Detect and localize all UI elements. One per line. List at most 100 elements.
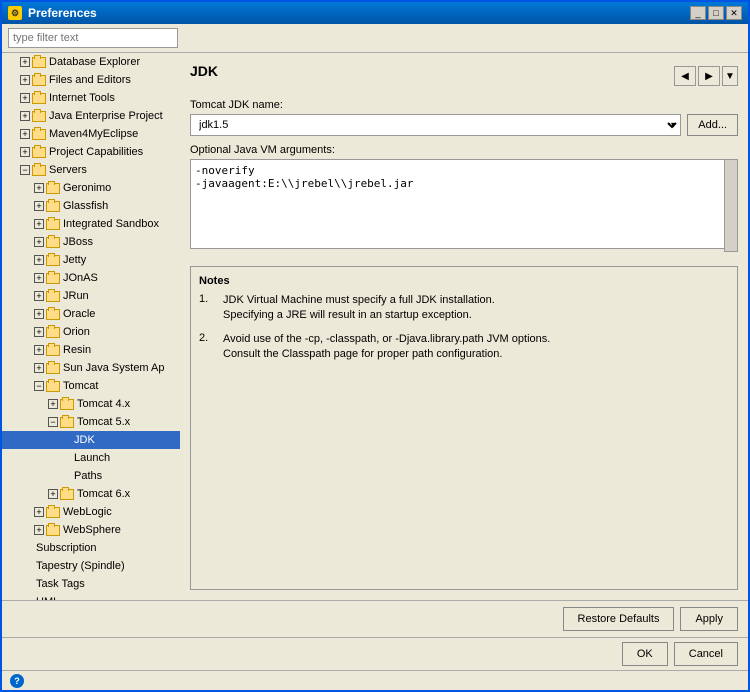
tree-item-tomcat[interactable]: − Tomcat (2, 377, 180, 395)
sidebar-scroll[interactable]: + Database Explorer + Files and Editors … (2, 53, 180, 600)
tree-item-task-tags[interactable]: Task Tags (2, 575, 180, 593)
label-tapestry: Tapestry (Spindle) (36, 558, 125, 574)
label-oracle: Oracle (63, 306, 95, 322)
toggle-orion[interactable]: + (34, 327, 44, 337)
window-title: Preferences (28, 6, 97, 20)
label-subscription: Subscription (36, 540, 97, 556)
label-files-editors: Files and Editors (49, 72, 131, 88)
back-button[interactable]: ◀ (674, 66, 696, 86)
restore-defaults-button[interactable]: Restore Defaults (563, 607, 675, 631)
tree-item-files-editors[interactable]: + Files and Editors (2, 71, 180, 89)
folder-icon-4 (32, 111, 46, 122)
textarea-scrollbar[interactable] (724, 159, 738, 252)
label-jonas: JOnAS (63, 270, 98, 286)
tree-item-resin[interactable]: + Resin (2, 341, 180, 359)
note-item-1: 1. JDK Virtual Machine must specify a fu… (199, 293, 729, 324)
toggle-project-capabilities[interactable]: + (20, 147, 30, 157)
toggle-websphere[interactable]: + (34, 525, 44, 535)
toggle-sun-java[interactable]: + (34, 363, 44, 373)
minimize-button[interactable]: _ (690, 6, 706, 20)
toggle-maven[interactable]: + (20, 129, 30, 139)
tree-item-jdk[interactable]: JDK (2, 431, 180, 449)
tree-item-paths[interactable]: Paths (2, 467, 180, 485)
folder-icon-10 (46, 219, 60, 230)
tree-item-tomcat-4x[interactable]: + Tomcat 4.x (2, 395, 180, 413)
label-java-enterprise: Java Enterprise Project (49, 108, 163, 124)
toggle-resin[interactable]: + (34, 345, 44, 355)
folder-icon (32, 57, 46, 68)
tree-item-oracle[interactable]: + Oracle (2, 305, 180, 323)
tree-item-jboss[interactable]: + JBoss (2, 233, 180, 251)
tree-item-servers[interactable]: − Servers (2, 161, 180, 179)
toggle-tomcat-6x[interactable]: + (48, 489, 58, 499)
label-launch: Launch (74, 450, 110, 466)
tree-item-java-enterprise[interactable]: + Java Enterprise Project (2, 107, 180, 125)
tree-item-internet-tools[interactable]: + Internet Tools (2, 89, 180, 107)
tree-item-subscription[interactable]: Subscription (2, 539, 180, 557)
cancel-button[interactable]: Cancel (674, 642, 738, 666)
tree-item-orion[interactable]: + Orion (2, 323, 180, 341)
tree-item-weblogic[interactable]: + WebLogic (2, 503, 180, 521)
label-tomcat-6x: Tomcat 6.x (77, 486, 130, 502)
toggle-internet-tools[interactable]: + (20, 93, 30, 103)
toggle-jrun[interactable]: + (34, 291, 44, 301)
tree-item-maven[interactable]: + Maven4MyEclipse (2, 125, 180, 143)
vm-args-label: Optional Java VM arguments: (190, 144, 738, 156)
toggle-database-explorer[interactable]: + (20, 57, 30, 67)
help-icon[interactable]: ? (10, 674, 24, 688)
toggle-integrated-sandbox[interactable]: + (34, 219, 44, 229)
notes-title: Notes (199, 275, 729, 287)
jdk-select-wrapper: jdk1.5 (190, 114, 681, 136)
tree-item-tapestry[interactable]: Tapestry (Spindle) (2, 557, 180, 575)
jdk-select[interactable]: jdk1.5 (190, 114, 681, 136)
toggle-geronimo[interactable]: + (34, 183, 44, 193)
folder-icon-21 (60, 417, 74, 428)
jdk-name-row: Tomcat JDK name: jdk1.5 Add... (190, 99, 738, 136)
toggle-oracle[interactable]: + (34, 309, 44, 319)
tree-item-tomcat-5x[interactable]: − Tomcat 5.x (2, 413, 180, 431)
add-button[interactable]: Add... (687, 114, 738, 136)
folder-icon-14 (46, 291, 60, 302)
tree-item-tomcat-6x[interactable]: + Tomcat 6.x (2, 485, 180, 503)
nav-button-3[interactable]: ▼ (722, 66, 738, 86)
toggle-tomcat-4x[interactable]: + (48, 399, 58, 409)
toggle-files-editors[interactable]: + (20, 75, 30, 85)
tree-item-jonas[interactable]: + JOnAS (2, 269, 180, 287)
toggle-tomcat-5x[interactable]: − (48, 417, 58, 427)
folder-icon-15 (46, 309, 60, 320)
toggle-tomcat[interactable]: − (34, 381, 44, 391)
folder-icon-24 (46, 525, 60, 536)
toggle-weblogic[interactable]: + (34, 507, 44, 517)
toggle-servers[interactable]: − (20, 165, 30, 175)
label-weblogic: WebLogic (63, 504, 112, 520)
ok-button[interactable]: OK (622, 642, 668, 666)
tree-item-sun-java[interactable]: + Sun Java System Ap (2, 359, 180, 377)
tree-item-jrun[interactable]: + JRun (2, 287, 180, 305)
close-button[interactable]: ✕ (726, 6, 742, 20)
search-input[interactable] (8, 28, 178, 48)
maximize-button[interactable]: □ (708, 6, 724, 20)
tree-item-database-explorer[interactable]: + Database Explorer (2, 53, 180, 71)
title-bar-buttons: _ □ ✕ (690, 6, 742, 20)
apply-button[interactable]: Apply (680, 607, 738, 631)
tree-item-uml[interactable]: UML (2, 593, 180, 600)
vm-args-textarea[interactable]: -noverify -javaagent:E:\\jrebel\\jrebel.… (190, 159, 738, 249)
tree-item-integrated-sandbox[interactable]: + Integrated Sandbox (2, 215, 180, 233)
tree-item-project-capabilities[interactable]: + Project Capabilities (2, 143, 180, 161)
toggle-java-enterprise[interactable]: + (20, 111, 30, 121)
toggle-jboss[interactable]: + (34, 237, 44, 247)
label-jboss: JBoss (63, 234, 93, 250)
tree-item-geronimo[interactable]: + Geronimo (2, 179, 180, 197)
label-tomcat-5x: Tomcat 5.x (77, 414, 130, 430)
toggle-launch (62, 451, 72, 465)
tree-item-glassfish[interactable]: + Glassfish (2, 197, 180, 215)
tree-item-jetty[interactable]: + Jetty (2, 251, 180, 269)
forward-button[interactable]: ▶ (698, 66, 720, 86)
toggle-jonas[interactable]: + (34, 273, 44, 283)
toggle-tapestry (20, 559, 34, 573)
label-websphere: WebSphere (63, 522, 121, 538)
tree-item-launch[interactable]: Launch (2, 449, 180, 467)
toggle-jetty[interactable]: + (34, 255, 44, 265)
toggle-glassfish[interactable]: + (34, 201, 44, 211)
tree-item-websphere[interactable]: + WebSphere (2, 521, 180, 539)
